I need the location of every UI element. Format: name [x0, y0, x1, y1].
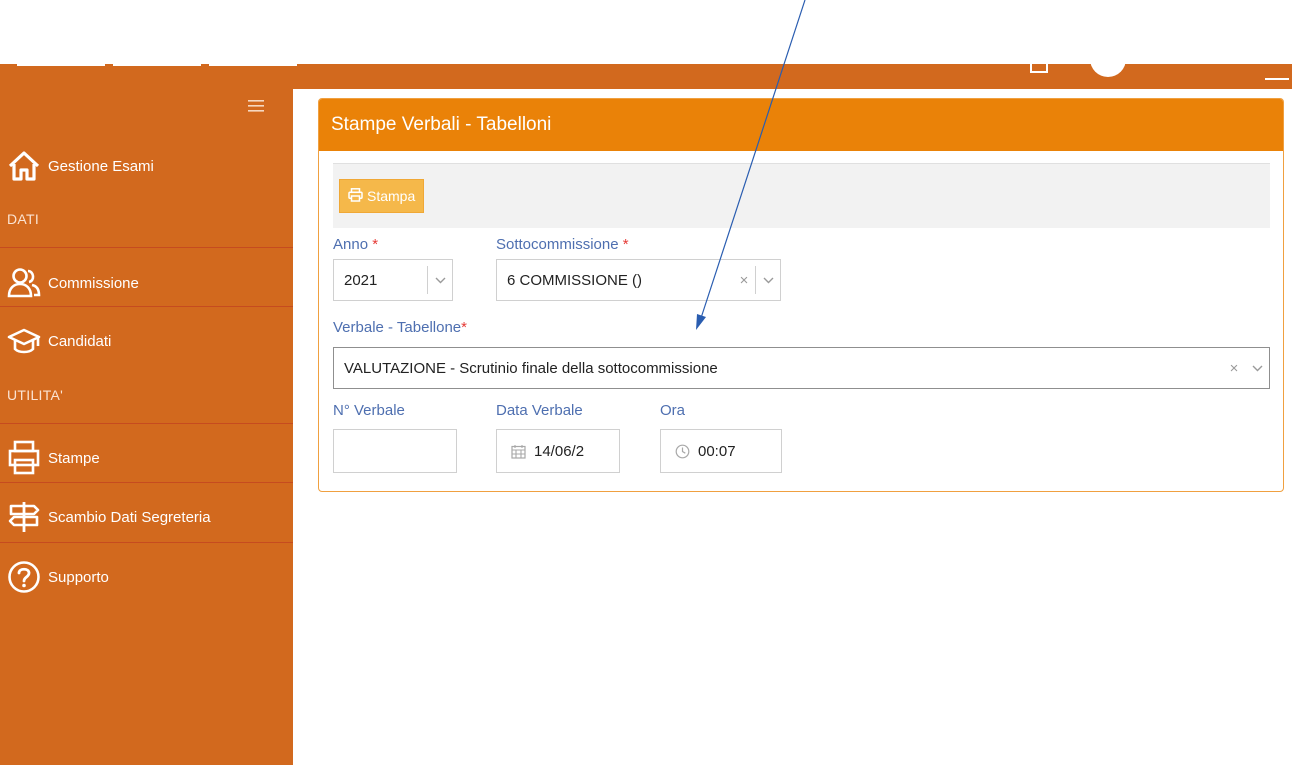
home-icon: [6, 148, 42, 184]
sidebar-item-label: Supporto: [48, 568, 109, 586]
chevron-down-icon[interactable]: [1245, 365, 1269, 372]
printer-icon: [6, 440, 42, 476]
sidebar-divider: [0, 482, 293, 483]
stampe-verbali-panel: Stampe Verbali - Tabelloni Stampa Anno *…: [318, 98, 1284, 492]
sidebar-item-scambio-dati-segreteria[interactable]: Scambio Dati Segreteria: [0, 488, 293, 546]
anno-select[interactable]: 2021: [333, 259, 453, 301]
verbale-tabellone-label: Verbale - Tabellone*: [333, 319, 467, 336]
top-bar: [0, 0, 1292, 89]
hamburger-menu-icon[interactable]: [248, 99, 264, 113]
sidebar-item-label: Scambio Dati Segreteria: [48, 508, 211, 526]
sidebar-item-candidati[interactable]: Candidati: [0, 312, 293, 370]
sottocommissione-label: Sottocommissione *: [496, 236, 629, 253]
sidebar-item-stampe[interactable]: Stampe: [0, 429, 293, 487]
help-icon: [6, 559, 42, 595]
ora-input[interactable]: 00:07: [660, 429, 782, 473]
calendar-icon[interactable]: [497, 444, 526, 459]
data-verbale-label: Data Verbale: [496, 402, 583, 419]
print-button-label: Stampa: [367, 188, 416, 204]
sidebar-item-label: Stampe: [48, 449, 100, 467]
print-button[interactable]: Stampa: [339, 179, 425, 213]
signpost-icon: [6, 499, 42, 535]
numero-verbale-input[interactable]: [333, 429, 457, 473]
sidebar-item-label: Commissione: [48, 274, 139, 292]
verbale-tabellone-select[interactable]: VALUTAZIONE - Scrutinio finale della sot…: [333, 347, 1270, 389]
numero-verbale-label: N° Verbale: [333, 402, 405, 419]
sidebar-item-supporto[interactable]: Supporto: [0, 548, 293, 606]
clear-icon[interactable]: ×: [733, 272, 755, 289]
logout-icon[interactable]: [1265, 64, 1289, 80]
sidebar: Gestione Esami DATI Commissione Candidat…: [0, 89, 293, 765]
chevron-down-icon[interactable]: [756, 277, 780, 284]
sidebar-divider: [0, 306, 293, 307]
sidebar-divider: [0, 423, 293, 424]
sidebar-divider: [0, 542, 293, 543]
section-label-utilita: UTILITA': [7, 387, 64, 403]
top-tab-indicator: [113, 64, 201, 66]
sottocommissione-select[interactable]: 6 COMMISSIONE () ×: [496, 259, 781, 301]
chevron-down-icon[interactable]: [428, 277, 452, 284]
users-icon: [6, 265, 42, 301]
sidebar-item-label: Gestione Esami: [48, 157, 154, 175]
panel-toolbar: Stampa: [333, 163, 1270, 228]
ora-label: Ora: [660, 402, 686, 419]
mail-icon[interactable]: [1030, 64, 1048, 73]
data-verbale-input[interactable]: 14/06/2: [496, 429, 620, 473]
top-tab-indicator: [209, 64, 297, 66]
sidebar-divider: [0, 247, 293, 248]
printer-icon: [348, 187, 363, 205]
section-label-dati: DATI: [7, 211, 40, 227]
sidebar-item-label: Candidati: [48, 332, 112, 350]
sidebar-item-commissione[interactable]: Commissione: [0, 254, 293, 312]
graduation-cap-icon: [6, 323, 42, 359]
clock-icon[interactable]: [661, 444, 690, 459]
top-tab-indicator: [17, 64, 105, 66]
sidebar-item-gestione-esami[interactable]: Gestione Esami: [0, 137, 293, 195]
anno-label: Anno *: [333, 236, 379, 253]
clear-icon[interactable]: ×: [1223, 360, 1245, 377]
panel-title: Stampe Verbali - Tabelloni: [319, 99, 1283, 151]
